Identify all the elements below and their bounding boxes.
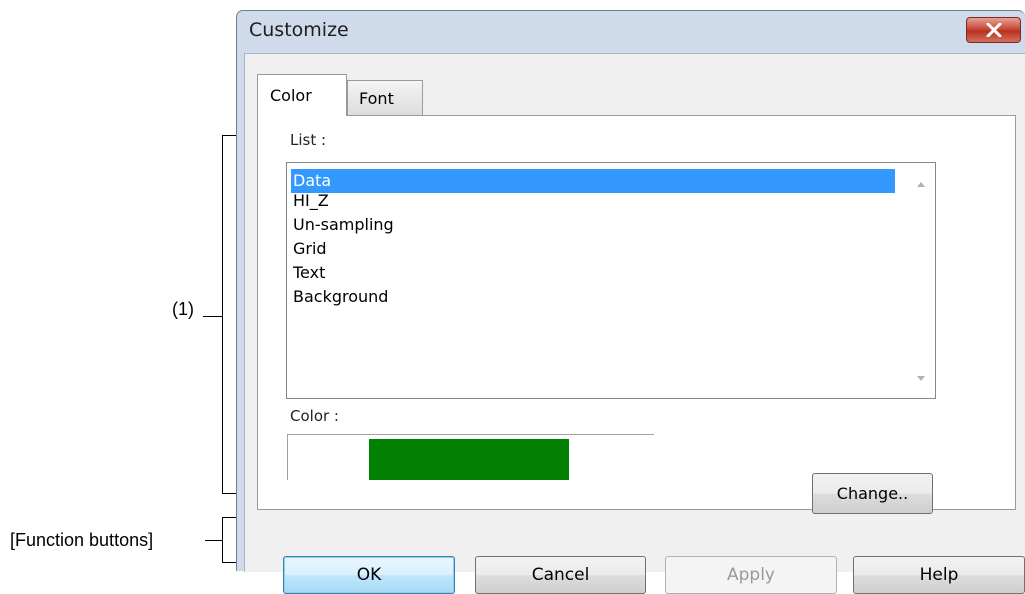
bracket-area-1-tick xyxy=(203,316,223,317)
scroll-down-arrow-icon[interactable] xyxy=(916,375,926,382)
bracket-function-top xyxy=(222,517,236,518)
color-tab-panel: List : Data HI_Z Un-sampling Grid Text B… xyxy=(257,115,1016,514)
list-item-hi-z[interactable]: HI_Z xyxy=(291,189,895,213)
close-button[interactable] xyxy=(966,17,1021,43)
change-color-button[interactable]: Change.. xyxy=(812,473,933,514)
list-item-un-sampling[interactable]: Un-sampling xyxy=(291,213,895,237)
list-item-text[interactable]: Text xyxy=(291,261,895,285)
bracket-function-bottom xyxy=(222,562,236,563)
annotation-function-buttons-label: [Function buttons] xyxy=(10,530,154,550)
close-x-icon xyxy=(986,23,1001,37)
bracket-area-1-vertical xyxy=(222,135,223,494)
cancel-button[interactable]: Cancel xyxy=(475,556,646,594)
color-label: Color : xyxy=(290,407,339,425)
bracket-function-vertical xyxy=(222,517,223,563)
tab-color[interactable]: Color xyxy=(257,74,347,116)
list-scrollbar[interactable] xyxy=(907,163,935,398)
bracket-area-1-bottom xyxy=(222,493,236,494)
preview-border-top xyxy=(287,434,654,435)
bracket-function-tick xyxy=(205,540,222,541)
list-item-background[interactable]: Background xyxy=(291,285,895,309)
color-preview xyxy=(287,434,654,480)
help-button[interactable]: Help xyxy=(853,556,1025,594)
annotation-area-1-label: (1) xyxy=(172,299,194,319)
customize-dialog: Customize Font Color List : Data HI_Z Un… xyxy=(236,10,1025,594)
dialog-title: Customize xyxy=(249,19,349,41)
scroll-up-arrow-icon[interactable] xyxy=(916,181,926,188)
list-label: List : xyxy=(290,131,327,149)
tab-font[interactable]: Font xyxy=(347,80,423,116)
dialog-client-area: Font Color List : Data HI_Z Un-sampling … xyxy=(244,53,1025,594)
color-swatch xyxy=(369,439,569,480)
preview-border-left xyxy=(287,434,288,480)
list-item-grid[interactable]: Grid xyxy=(291,237,895,261)
bracket-area-1-top xyxy=(222,135,236,136)
apply-button[interactable]: Apply xyxy=(665,556,837,594)
ok-button[interactable]: OK xyxy=(283,556,455,594)
color-target-listbox[interactable]: Data HI_Z Un-sampling Grid Text Backgrou… xyxy=(286,162,936,399)
